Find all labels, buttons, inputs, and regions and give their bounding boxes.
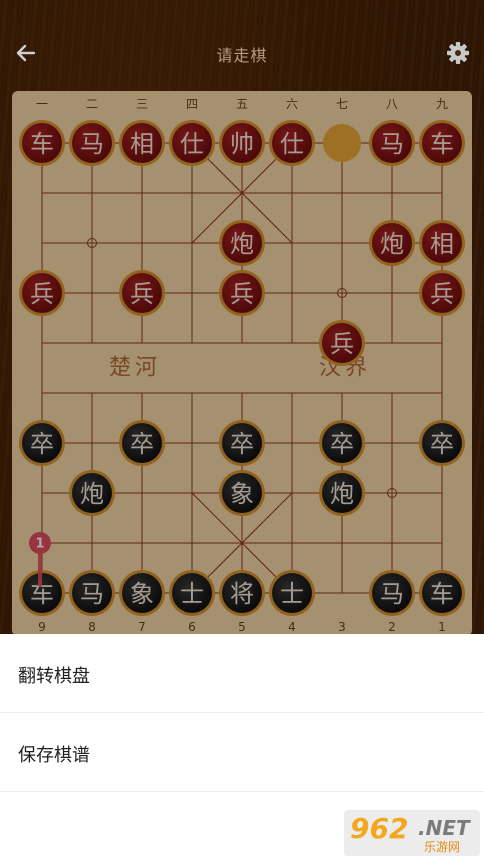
gear-icon xyxy=(447,42,469,64)
watermark-subtitle: 乐游网 xyxy=(424,840,461,854)
menu-item-flip-board[interactable]: 翻转棋盘 xyxy=(0,634,484,713)
settings-button[interactable] xyxy=(442,36,474,70)
menu-item-save-record[interactable]: 保存棋谱 xyxy=(0,713,484,792)
page-title: 请走棋 xyxy=(216,46,268,65)
top-bar: 请走棋 xyxy=(0,0,484,90)
menu-item-label: 翻转棋盘 xyxy=(18,666,90,687)
watermark-logo: 962 .NET 乐游网 xyxy=(344,810,480,856)
watermark-logo-suffix: .NET xyxy=(418,816,470,840)
watermark-logo-number: 962 xyxy=(350,812,409,845)
menu-item-label: 保存棋谱 xyxy=(18,745,90,766)
back-button[interactable] xyxy=(10,36,42,70)
arrow-left-icon xyxy=(16,44,36,62)
